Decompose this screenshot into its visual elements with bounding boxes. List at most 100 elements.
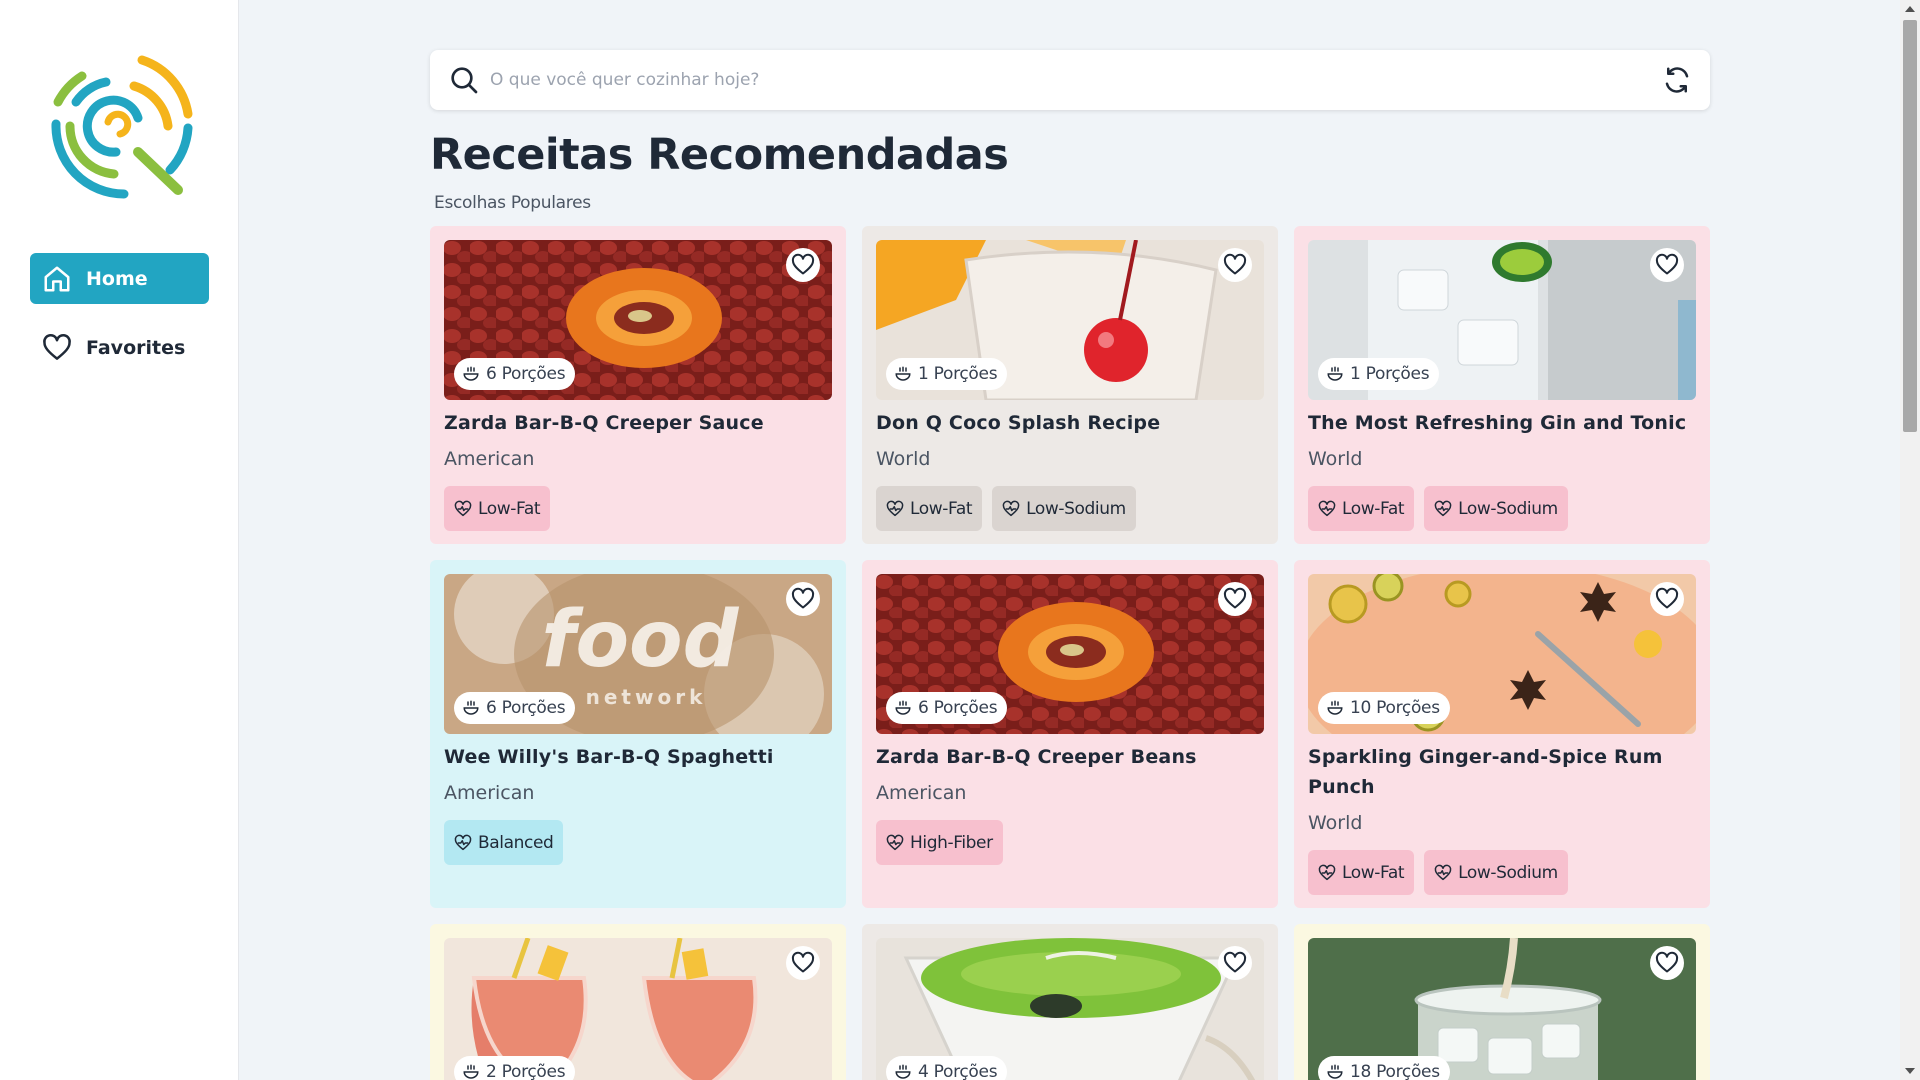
diet-tag: Low-Sodium xyxy=(992,486,1136,531)
heart-pulse-icon xyxy=(454,834,472,850)
recipe-card[interactable]: 18 Porções xyxy=(1294,924,1710,1080)
recipe-cuisine: World xyxy=(876,448,931,470)
heart-icon xyxy=(791,587,815,609)
favorite-button[interactable] xyxy=(1218,248,1252,282)
diet-tag: Low-Fat xyxy=(444,486,551,531)
heart-icon xyxy=(1223,587,1247,609)
recipe-image[interactable]: 18 Porções xyxy=(1308,938,1696,1080)
search-input[interactable] xyxy=(490,70,1662,90)
heart-pulse-icon xyxy=(1434,864,1452,880)
recipe-card[interactable]: 10 Porções Sparkling Ginger-and-Spice Ru… xyxy=(1294,560,1710,908)
servings-badge: 4 Porções xyxy=(886,1056,1008,1080)
diet-tag: Low-Sodium xyxy=(1424,850,1568,895)
diet-tag: Low-Fat xyxy=(876,486,983,531)
recipe-image[interactable]: 1 Porções xyxy=(876,240,1264,400)
tag-list: High-Fiber xyxy=(876,820,1264,865)
bowl-icon xyxy=(895,700,911,715)
servings-badge: 2 Porções xyxy=(454,1056,576,1080)
recipe-card[interactable]: 1 Porções Don Q Coco Splash Recipe World… xyxy=(862,226,1278,544)
bowl-icon xyxy=(463,700,479,715)
favorite-button[interactable] xyxy=(786,582,820,616)
search-icon xyxy=(451,67,478,94)
bowl-icon xyxy=(463,366,479,381)
heart-pulse-icon xyxy=(1434,500,1452,516)
scroll-down-arrow-icon[interactable] xyxy=(1905,1068,1915,1074)
heart-icon xyxy=(1655,951,1679,973)
sidebar: Home Favorites xyxy=(0,0,239,1080)
recipe-title[interactable]: Sparkling Ginger-and-Spice Rum Punch xyxy=(1308,742,1696,802)
servings-badge: 6 Porções xyxy=(454,692,576,724)
recipe-cuisine: World xyxy=(1308,812,1363,834)
diet-tag: Low-Fat xyxy=(1308,486,1415,531)
recipe-image[interactable]: 1 Porções xyxy=(1308,240,1696,400)
search-bar xyxy=(430,50,1710,110)
recipe-image[interactable]: 10 Porções xyxy=(1308,574,1696,734)
heart-pulse-icon xyxy=(886,500,904,516)
recipe-card[interactable]: 2 Porções xyxy=(430,924,846,1080)
diet-tag: High-Fiber xyxy=(876,820,1003,865)
page-scrollbar[interactable] xyxy=(1900,0,1920,1080)
favorite-button[interactable] xyxy=(786,946,820,980)
heart-icon xyxy=(791,253,815,275)
favorite-button[interactable] xyxy=(1650,946,1684,980)
diet-tag: Low-Sodium xyxy=(1424,486,1568,531)
recipe-grid: 6 Porções Zarda Bar-B-Q Creeper Sauce Am… xyxy=(430,226,1710,1080)
servings-badge: 18 Porções xyxy=(1318,1056,1450,1080)
recipe-card[interactable]: 6 Porções Zarda Bar-B-Q Creeper Sauce Am… xyxy=(430,226,846,544)
tag-list: Low-Fat Low-Sodium xyxy=(1308,486,1696,531)
servings-badge: 6 Porções xyxy=(886,692,1008,724)
servings-badge: 10 Porções xyxy=(1318,692,1450,724)
scroll-up-arrow-icon[interactable] xyxy=(1905,6,1915,12)
bowl-icon xyxy=(895,1064,911,1079)
refresh-icon[interactable] xyxy=(1662,65,1692,95)
app: Home Favorites Receitas Recomendadas Esc… xyxy=(0,0,1920,1080)
favorite-button[interactable] xyxy=(1218,582,1252,616)
recipe-cuisine: American xyxy=(444,448,535,470)
sidebar-item-home[interactable]: Home xyxy=(30,253,209,304)
bowl-icon xyxy=(895,366,911,381)
favorite-button[interactable] xyxy=(1218,946,1252,980)
recipe-card[interactable]: 1 Porções The Most Refreshing Gin and To… xyxy=(1294,226,1710,544)
servings-badge: 1 Porções xyxy=(886,358,1008,390)
recipe-card[interactable]: 6 Porções Zarda Bar-B-Q Creeper Beans Am… xyxy=(862,560,1278,908)
sidebar-item-favorites[interactable]: Favorites xyxy=(30,322,209,373)
bowl-icon xyxy=(1327,700,1343,715)
recipe-cuisine: American xyxy=(876,782,967,804)
logo-icon[interactable] xyxy=(42,54,196,200)
heart-pulse-icon xyxy=(454,500,472,516)
recipe-image[interactable]: food network 6 Porções xyxy=(444,574,832,734)
recipe-title[interactable]: Zarda Bar-B-Q Creeper Beans xyxy=(876,742,1264,772)
recipe-image[interactable]: 2 Porções xyxy=(444,938,832,1080)
diet-tag: Balanced xyxy=(444,820,564,865)
heart-icon xyxy=(1223,253,1247,275)
heart-icon xyxy=(791,951,815,973)
diet-tag: Low-Fat xyxy=(1308,850,1415,895)
recipe-title[interactable]: Zarda Bar-B-Q Creeper Sauce xyxy=(444,408,832,438)
tag-list: Low-Fat xyxy=(444,486,832,531)
favorite-button[interactable] xyxy=(1650,582,1684,616)
heart-icon xyxy=(43,333,71,360)
home-icon xyxy=(44,266,70,291)
heart-pulse-icon xyxy=(1318,864,1336,880)
recipe-image[interactable]: 4 Porções xyxy=(876,938,1264,1080)
recipe-title[interactable]: The Most Refreshing Gin and Tonic xyxy=(1308,408,1696,438)
svg-text:food: food xyxy=(542,595,740,685)
recipe-cuisine: World xyxy=(1308,448,1363,470)
bowl-icon xyxy=(463,1064,479,1079)
scrollbar-thumb[interactable] xyxy=(1903,20,1917,432)
tag-list: Balanced xyxy=(444,820,832,865)
page-title: Receitas Recomendadas xyxy=(430,130,1009,180)
favorite-button[interactable] xyxy=(1650,248,1684,282)
recipe-card[interactable]: 4 Porções xyxy=(862,924,1278,1080)
recipe-image[interactable]: 6 Porções xyxy=(876,574,1264,734)
page-subtitle: Escolhas Populares xyxy=(434,193,591,213)
svg-text:network: network xyxy=(586,685,707,709)
recipe-image[interactable]: 6 Porções xyxy=(444,240,832,400)
bowl-icon xyxy=(1327,1064,1343,1079)
tag-list: Low-Fat Low-Sodium xyxy=(876,486,1264,531)
recipe-title[interactable]: Wee Willy's Bar-B-Q Spaghetti xyxy=(444,742,832,772)
recipe-card[interactable]: food network 6 Porções Wee Willy's Bar-B… xyxy=(430,560,846,908)
favorite-button[interactable] xyxy=(786,248,820,282)
tag-list: Low-Fat Low-Sodium xyxy=(1308,850,1696,895)
recipe-title[interactable]: Don Q Coco Splash Recipe xyxy=(876,408,1264,438)
